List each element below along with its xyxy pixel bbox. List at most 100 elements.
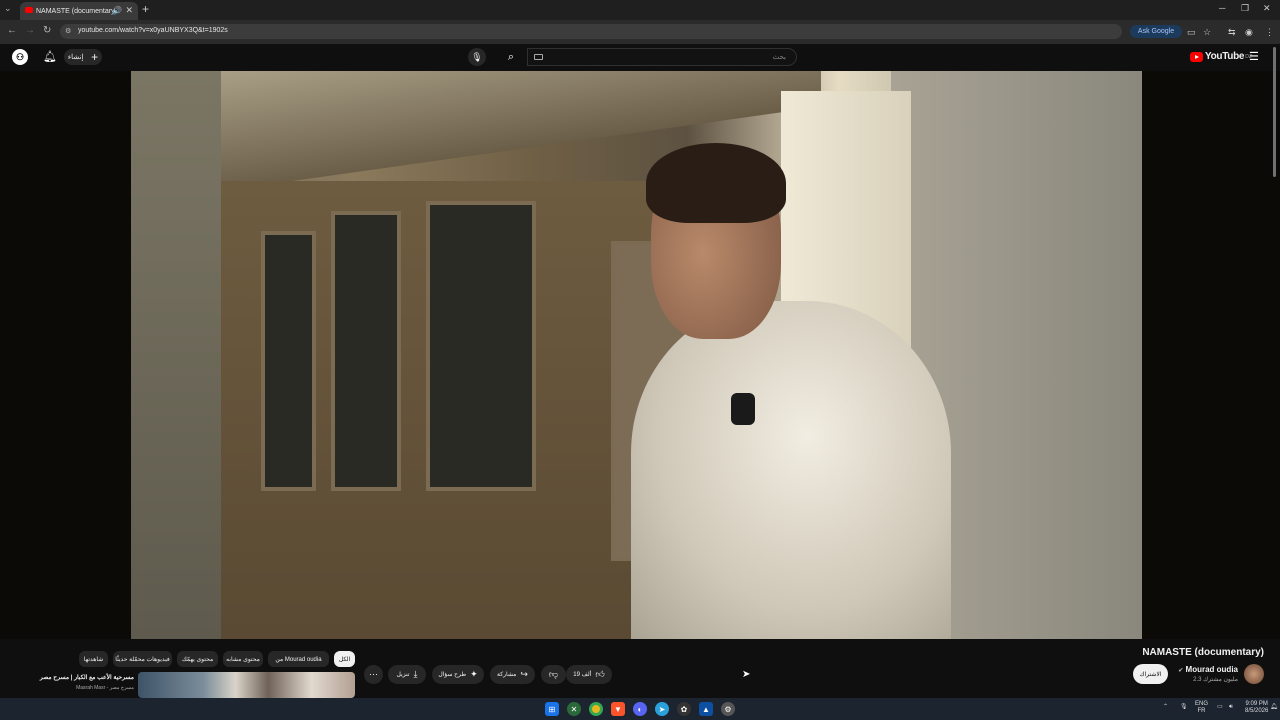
page-scrollbar[interactable] xyxy=(1273,47,1278,697)
openai-app-icon[interactable]: ✿ xyxy=(677,702,691,716)
notification-center-icon[interactable]: 🔔︎ xyxy=(1270,704,1278,711)
scene-window xyxy=(261,231,316,491)
browser-tab-bar: ⌄ NAMASTE (documentary) 🔊 ✕ + ─ ❐ ✕ xyxy=(0,0,1280,20)
settings-app-icon[interactable]: ⚙ xyxy=(721,702,735,716)
video-player[interactable] xyxy=(0,71,1280,639)
start-windows-icon[interactable]: ⊞ xyxy=(545,702,559,716)
download-icon: ⤓ xyxy=(413,669,418,679)
url-text: youtube.com/watch?v=x0yaUNBYX3Q&t=1902s xyxy=(78,27,228,34)
subscribe-button[interactable]: الاشتراك xyxy=(1133,664,1168,684)
tray-mic-icon[interactable]: 🎙︎ xyxy=(1180,704,1188,711)
minimize-button[interactable]: ─ xyxy=(1219,3,1225,13)
language-indicator[interactable]: ENG FR xyxy=(1195,701,1208,715)
voice-search-mic-icon[interactable]: 🎙︎ xyxy=(468,48,486,66)
share-label: مشاركة xyxy=(497,672,517,678)
chip-label: محتوى يهمّك xyxy=(181,656,214,663)
ask-google-button[interactable]: Ask Google xyxy=(1130,25,1182,38)
telegram-app-icon[interactable]: ➤ xyxy=(655,702,669,716)
scene-window xyxy=(331,211,401,491)
tab-search-icon[interactable]: ⌄ xyxy=(4,3,12,14)
clock-date: 8/5/2026 xyxy=(1245,708,1269,714)
notifications-bell-icon[interactable]: 🔔︎ xyxy=(43,50,57,63)
channel-name-text: Mourad oudia xyxy=(1185,665,1238,674)
channel-avatar[interactable] xyxy=(1244,664,1264,684)
subscriber-count: 2.3 مليون مشترك xyxy=(1193,677,1238,683)
create-button[interactable]: إنشاء + xyxy=(64,49,102,65)
video-frame xyxy=(131,71,1142,639)
forward-button[interactable]: → xyxy=(25,25,35,36)
ask-label: طرح سؤال xyxy=(438,672,467,678)
audio-playing-icon[interactable]: 🔊 xyxy=(112,6,122,15)
chip-label: محتوى مشابه xyxy=(226,656,260,663)
new-tab-button[interactable]: + xyxy=(142,2,149,16)
recommended-video-thumbnail[interactable] xyxy=(138,672,355,698)
close-tab-icon[interactable]: ✕ xyxy=(125,5,133,16)
profile-icon[interactable]: ◉ xyxy=(1245,27,1253,38)
search-input[interactable]: بحث xyxy=(527,48,797,66)
menu-dots-icon[interactable]: ⋮ xyxy=(1265,27,1274,38)
bookmark-star-icon[interactable]: ☆ xyxy=(1203,27,1211,38)
language-bottom: FR xyxy=(1197,708,1206,714)
mouse-cursor-icon: ➤ xyxy=(742,669,751,680)
youtube-play-icon xyxy=(1190,51,1203,62)
create-label: إنشاء xyxy=(67,54,84,61)
scene-person-shirt xyxy=(631,301,951,639)
chip-label: فيديوهات محمّلة حديثًا xyxy=(115,656,170,663)
scene-window xyxy=(426,201,536,491)
clock[interactable]: 9:09 PM 8/5/2026 xyxy=(1245,701,1268,715)
recommended-video-channel: Masrah Masr - مسرح مصر xyxy=(76,685,134,691)
share-button[interactable]: مشاركة ↪ xyxy=(490,665,535,684)
recommended-video-title[interactable]: مسرحية الأعب مع الكبار | مسرح مصر xyxy=(40,674,134,681)
thumbs-down-icon: 👎︎ xyxy=(548,669,559,679)
cast-icon[interactable]: ▭ xyxy=(1187,27,1196,38)
brave-app-icon[interactable]: ▼ xyxy=(611,702,625,716)
youtube-favicon-icon xyxy=(25,7,33,13)
download-button[interactable]: تنزيل ⤓ xyxy=(388,665,426,684)
reload-button[interactable]: ↻ xyxy=(43,25,51,36)
scene-left-wall xyxy=(131,71,221,639)
xbox-app-icon[interactable]: ✕ xyxy=(567,702,581,716)
dislike-button[interactable]: 👎︎ xyxy=(541,665,566,684)
site-info-icon[interactable]: ⚙ xyxy=(65,27,71,35)
chip-watched[interactable]: شاهدتها xyxy=(79,651,108,667)
network-icon[interactable]: ▭ xyxy=(1217,704,1223,711)
photos-app-icon[interactable]: ▲ xyxy=(699,702,713,716)
account-avatar[interactable]: ⚇ xyxy=(12,49,28,65)
ask-button[interactable]: طرح سؤال ✦ xyxy=(432,665,484,684)
keyboard-icon[interactable] xyxy=(534,54,543,60)
volume-icon[interactable]: 🔊︎ xyxy=(1229,704,1233,711)
extensions-icon[interactable]: ⇆ xyxy=(1228,27,1236,38)
clock-time: 9:09 PM xyxy=(1245,701,1268,707)
like-button[interactable]: 19 ألف 👍︎ xyxy=(566,665,612,684)
chip-label: من Mourad oudia xyxy=(275,656,322,663)
scene-person-hair xyxy=(646,143,786,223)
browser-tab[interactable]: NAMASTE (documentary) 🔊 ✕ xyxy=(20,2,138,20)
guide-menu-icon[interactable]: ☰ xyxy=(1249,50,1259,63)
messenger-app-icon[interactable]: ◐ xyxy=(633,702,647,716)
chip-similar[interactable]: محتوى مشابه xyxy=(223,651,263,667)
back-button[interactable]: ← xyxy=(7,25,17,36)
chip-label: شاهدتها xyxy=(83,656,104,663)
share-icon: ↪ xyxy=(520,669,528,679)
language-top: ENG xyxy=(1195,701,1209,707)
search-button[interactable]: ⌕ xyxy=(498,48,524,66)
scrollbar-thumb[interactable] xyxy=(1273,47,1276,177)
youtube-logo[interactable]: YouTube DZ xyxy=(1190,51,1252,62)
channel-name[interactable]: ✔︎ Mourad oudia xyxy=(1178,665,1238,674)
ask-google-label: Ask Google xyxy=(1137,28,1175,35)
more-actions-button[interactable]: ⋯ xyxy=(364,665,383,684)
restore-button[interactable]: ❐ xyxy=(1241,3,1249,14)
search-placeholder: بحث xyxy=(772,54,786,61)
chip-recently-uploaded[interactable]: فيديوهات محمّلة حديثًا xyxy=(113,651,172,667)
chip-label: الكل xyxy=(338,656,351,663)
like-count: 19 ألف xyxy=(573,672,592,678)
close-window-button[interactable]: ✕ xyxy=(1263,3,1271,14)
tray-chevron-icon[interactable]: ⌃ xyxy=(1163,704,1168,711)
address-bar[interactable]: ⚙ youtube.com/watch?v=x0yaUNBYX3Q&t=1902… xyxy=(60,24,1122,39)
scene-lapel-mic xyxy=(731,393,755,425)
chip-for-you[interactable]: محتوى يهمّك xyxy=(177,651,218,667)
chrome-app-icon[interactable] xyxy=(589,702,603,716)
plus-icon: + xyxy=(91,50,99,64)
chip-from-channel[interactable]: من Mourad oudia xyxy=(268,651,329,667)
chip-all[interactable]: الكل xyxy=(334,651,355,667)
